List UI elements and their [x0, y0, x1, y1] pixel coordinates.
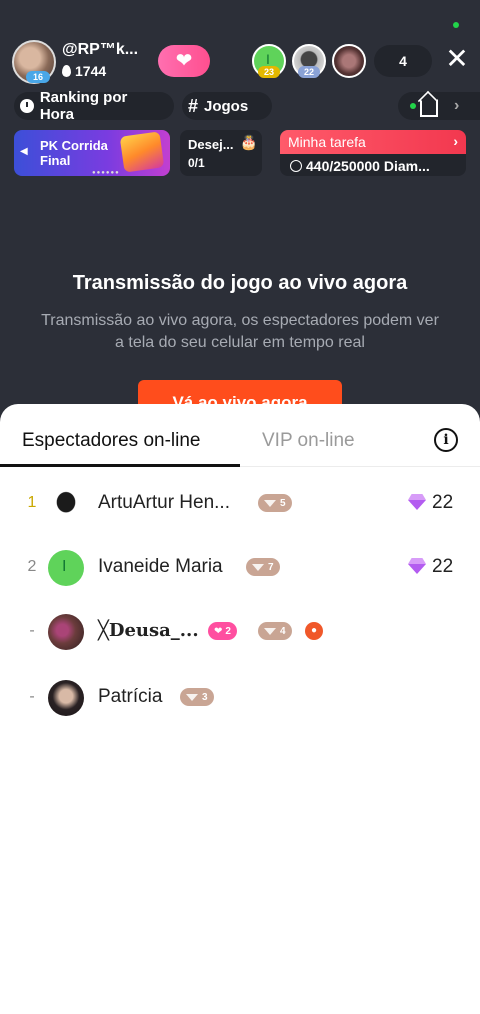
wish-card[interactable]: Desej... 🎂 0/1: [180, 130, 262, 176]
top-viewer-avatar-3[interactable]: [332, 44, 366, 78]
viewer-row[interactable]: 1 ArtuArtur Hen... 5 22: [0, 474, 480, 534]
info-icon[interactable]: i: [434, 428, 458, 452]
fan-heart-badge: ❤ 2: [208, 622, 237, 640]
level-value: 3: [202, 691, 208, 703]
home-icon: [420, 99, 438, 117]
avatar[interactable]: I: [48, 550, 84, 586]
flame-icon: [62, 65, 71, 77]
task-header: Minha tarefa ›: [280, 130, 466, 154]
ranking-chip[interactable]: Ranking por Hora: [14, 89, 174, 123]
task-title: Minha tarefa: [288, 134, 366, 150]
level-value: 5: [280, 497, 286, 509]
viewer-name: Patrícia: [98, 686, 163, 707]
home-chip[interactable]: ›: [398, 92, 480, 120]
level-value: 4: [280, 625, 286, 637]
carousel-dots: ●●●●●●: [92, 170, 120, 176]
level-icon: [264, 627, 276, 635]
level-badge: 3: [180, 688, 214, 706]
avatar[interactable]: [48, 486, 84, 522]
viewer-row[interactable]: - ╳Deusa_... ❤ 2 4 ●: [0, 602, 480, 662]
heart-icon: ❤: [214, 625, 223, 637]
level-badge: 7: [246, 558, 280, 576]
pk-title: PK Corrida Final: [40, 138, 108, 168]
host-fans: 1744: [62, 63, 106, 79]
games-label: Jogos: [204, 97, 249, 115]
level-icon: [252, 563, 264, 571]
tab-vip-online[interactable]: VIP on-line: [262, 430, 355, 452]
level-icon: [264, 499, 276, 507]
hash-icon: #: [188, 95, 199, 116]
task-card[interactable]: Minha tarefa › 440/250000 Diam...: [280, 130, 466, 176]
gem-icon: [408, 494, 426, 510]
heart-icon: ❤: [175, 50, 193, 72]
wish-count: 0/1: [188, 156, 205, 170]
live-stream-area: 16 @RP™k... 1744 ❤ I 23 22 4 ✕ Ranking p…: [0, 0, 480, 420]
wish-title: Desej...: [188, 137, 234, 152]
chevron-right-icon: ›: [454, 97, 460, 114]
avatar-initial: I: [62, 558, 67, 575]
level-badge: 5: [258, 494, 292, 512]
follow-button[interactable]: ❤: [158, 45, 210, 77]
status-dot: [453, 22, 459, 28]
level-badge: 4: [258, 622, 292, 640]
user-badge-icon: ●: [305, 622, 323, 640]
viewer-rank: 1: [27, 494, 37, 511]
viewers-sheet: Espectadores on-line VIP on-line i 1 Art…: [0, 404, 480, 1014]
viewer-score: 22: [432, 492, 454, 513]
tab-online-viewers[interactable]: Espectadores on-line: [22, 430, 201, 452]
heart-value: 2: [225, 625, 231, 637]
viewer-name: ╳Deusa_...: [98, 620, 199, 641]
viewer-row[interactable]: - Patrícia 3: [0, 668, 480, 728]
viewer-rank: -: [29, 622, 35, 639]
top-viewer-badge-1: 23: [258, 66, 280, 78]
viewer-name: Ivaneide Maria: [98, 556, 223, 577]
viewer-rank: -: [29, 688, 35, 705]
top-viewer-initial: I: [266, 51, 270, 67]
viewer-name: ArtuArtur Hen...: [98, 492, 230, 513]
ranking-label: Ranking por Hora: [39, 89, 128, 123]
viewer-rank: 2: [27, 558, 37, 575]
top-viewer-badge-2: 22: [298, 66, 320, 78]
stream-subtext: Transmissão ao vivo agora, os espectador…: [41, 312, 439, 351]
viewer-count-button[interactable]: 4: [374, 45, 432, 77]
host-fans-count: 1744: [75, 63, 107, 79]
level-value: 7: [268, 561, 274, 573]
games-chip[interactable]: # Jogos: [182, 92, 272, 120]
viewer-row[interactable]: 2 I Ivaneide Maria 7 22: [0, 538, 480, 598]
online-dot: [410, 103, 416, 109]
viewer-score: 22: [432, 556, 454, 577]
level-icon: [186, 693, 198, 701]
task-progress-text: 440/250000 Diam...: [306, 158, 430, 174]
gift-icon: [119, 131, 165, 173]
avatar[interactable]: [48, 614, 84, 650]
clock-icon: [20, 99, 34, 113]
gem-icon: [408, 558, 426, 574]
host-name: @RP™k...: [62, 41, 139, 58]
host-info[interactable]: 16 @RP™k... 1744 ❤: [12, 40, 210, 84]
close-icon[interactable]: ✕: [442, 44, 472, 74]
stream-heading: Transmissão do jogo ao vivo agora: [72, 272, 408, 294]
host-level-badge: 16: [26, 71, 50, 83]
clock-icon: [290, 160, 302, 172]
cake-icon: 🎂: [240, 134, 258, 150]
chevron-right-icon: ›: [453, 133, 458, 149]
pk-race-card[interactable]: ◀ PK Corrida Final ●●●●●●: [14, 130, 170, 176]
avatar[interactable]: [48, 680, 84, 716]
task-progress: 440/250000 Diam...: [290, 158, 430, 174]
chevron-left-icon: ◀: [20, 146, 28, 157]
active-tab-indicator: [0, 464, 240, 467]
